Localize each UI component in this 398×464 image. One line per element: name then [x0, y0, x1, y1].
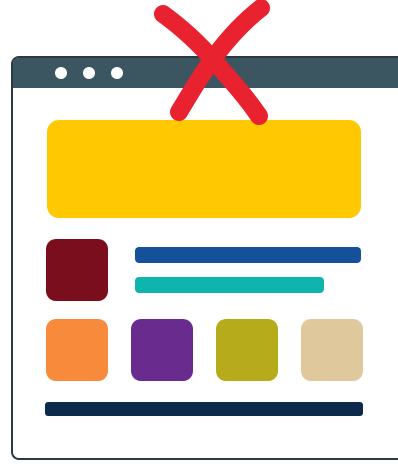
window-dot [55, 67, 67, 79]
close-x-icon [154, 0, 270, 125]
text-line-primary [135, 247, 361, 263]
tile-sand [301, 319, 363, 381]
footer-bar [45, 402, 363, 416]
broken-webpage-illustration [0, 0, 398, 464]
hero-banner [47, 120, 361, 218]
text-line-secondary [135, 277, 324, 293]
window-dot [111, 67, 123, 79]
tile-olive [216, 319, 278, 381]
tile-orange [46, 319, 108, 381]
avatar-placeholder [46, 239, 108, 301]
tile-purple [131, 319, 193, 381]
window-dot [83, 67, 95, 79]
